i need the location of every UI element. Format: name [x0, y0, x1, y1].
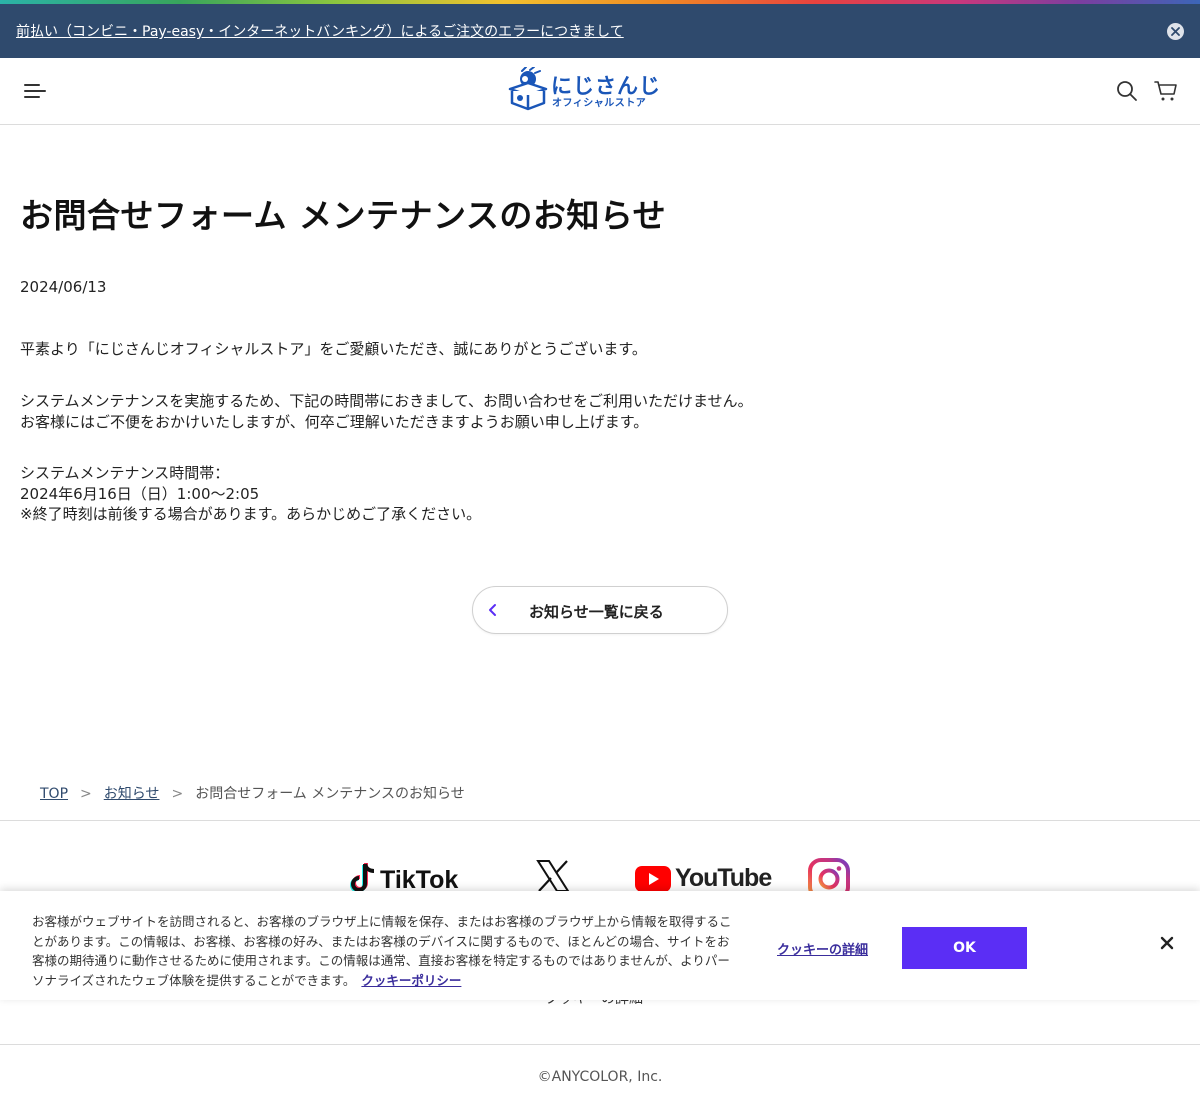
- article-line: 2024年6月16日（日）1:00〜2:05: [20, 484, 260, 503]
- breadcrumb-separator: >: [80, 786, 92, 802]
- announcement-bar: 前払い（コンビニ・Pay-easy・インターネットバンキング）によるご注文のエラ…: [0, 4, 1200, 58]
- article-paragraph-greeting: 平素より「にじさんじオフィシャルストア」をご愛顧いただき、誠にありがとうございま…: [20, 339, 647, 360]
- page-title: お問合せフォーム メンテナンスのお知らせ: [20, 196, 667, 235]
- cart-icon[interactable]: [1154, 80, 1178, 102]
- article-line: システムメンテナンスを実施するため、下記の時間帯におきまして、お問い合わせをご利…: [20, 392, 753, 410]
- back-button-label: お知らせ一覧に戻る: [529, 603, 664, 621]
- search-icon[interactable]: [1116, 80, 1138, 102]
- breadcrumb-separator: >: [171, 786, 184, 802]
- breadcrumb-top-link[interactable]: TOP: [40, 786, 68, 802]
- article-date: 2024/06/13: [20, 278, 107, 296]
- announcement-close-button[interactable]: [1167, 23, 1184, 40]
- article-line: お客様にはご不便をおかけいたしますが、何卒ご理解いただきますようお願い申し上げま…: [20, 412, 649, 431]
- copyright: ©ANYCOLOR, Inc.: [537, 1069, 663, 1085]
- cookie-consent-banner: お客様がウェブサイトを訪問されると、お客様のブラウザ上に情報を保存、またはお客様…: [0, 891, 1200, 1000]
- breadcrumb-news-link[interactable]: お知らせ: [104, 786, 160, 802]
- announcement-link[interactable]: 前払い（コンビニ・Pay-easy・インターネットバンキング）によるご注文のエラ…: [16, 21, 624, 41]
- footer-bottom-divider: [0, 1044, 1200, 1045]
- site-header: にじさんじ オフィシャルストア: [0, 58, 1200, 125]
- close-icon[interactable]: [1159, 935, 1175, 951]
- store-logo[interactable]: にじさんじ オフィシャルストア: [508, 67, 670, 113]
- footer-divider: [0, 820, 1200, 821]
- cookie-description: お客様がウェブサイトを訪問されると、お客様のブラウザ上に情報を保存、またはお客様…: [32, 912, 732, 990]
- breadcrumb: TOP > お知らせ > お問合せフォーム メンテナンスのお知らせ: [40, 783, 465, 803]
- article-paragraph-schedule: システムメンテナンス時間帯： 2024年6月16日（日）1:00〜2:05 ※終…: [20, 463, 481, 525]
- hamburger-menu-icon[interactable]: [24, 82, 46, 100]
- chevron-left-icon: [489, 604, 496, 616]
- tiktok-icon: [350, 863, 375, 893]
- back-to-news-button[interactable]: お知らせ一覧に戻る: [472, 586, 728, 634]
- logo-box-icon: [508, 67, 548, 111]
- article-line: ※終了時刻は前後する場合があります。あらかじめご了承ください。: [20, 505, 482, 523]
- x-twitter-icon[interactable]: [535, 858, 571, 894]
- article-paragraph-notice: システムメンテナンスを実施するため、下記の時間帯におきまして、お問い合わせをご利…: [20, 391, 753, 432]
- cookie-policy-link[interactable]: クッキーポリシー: [361, 973, 461, 988]
- cookie-details-link[interactable]: クッキーの詳細: [777, 939, 868, 958]
- cookie-ok-button[interactable]: OK: [902, 927, 1027, 969]
- youtube-label: YouTube: [675, 864, 772, 892]
- breadcrumb-current: お問合せフォーム メンテナンスのお知らせ: [195, 786, 465, 802]
- article-line: 平素より「にじさんじオフィシャルストア」をご愛顧いただき、誠にありがとうございま…: [20, 340, 647, 358]
- article-line: システムメンテナンス時間帯：: [20, 464, 230, 482]
- close-icon: [1171, 27, 1180, 36]
- logo-subtitle: オフィシャルストア: [552, 98, 647, 109]
- youtube-icon: [635, 866, 671, 892]
